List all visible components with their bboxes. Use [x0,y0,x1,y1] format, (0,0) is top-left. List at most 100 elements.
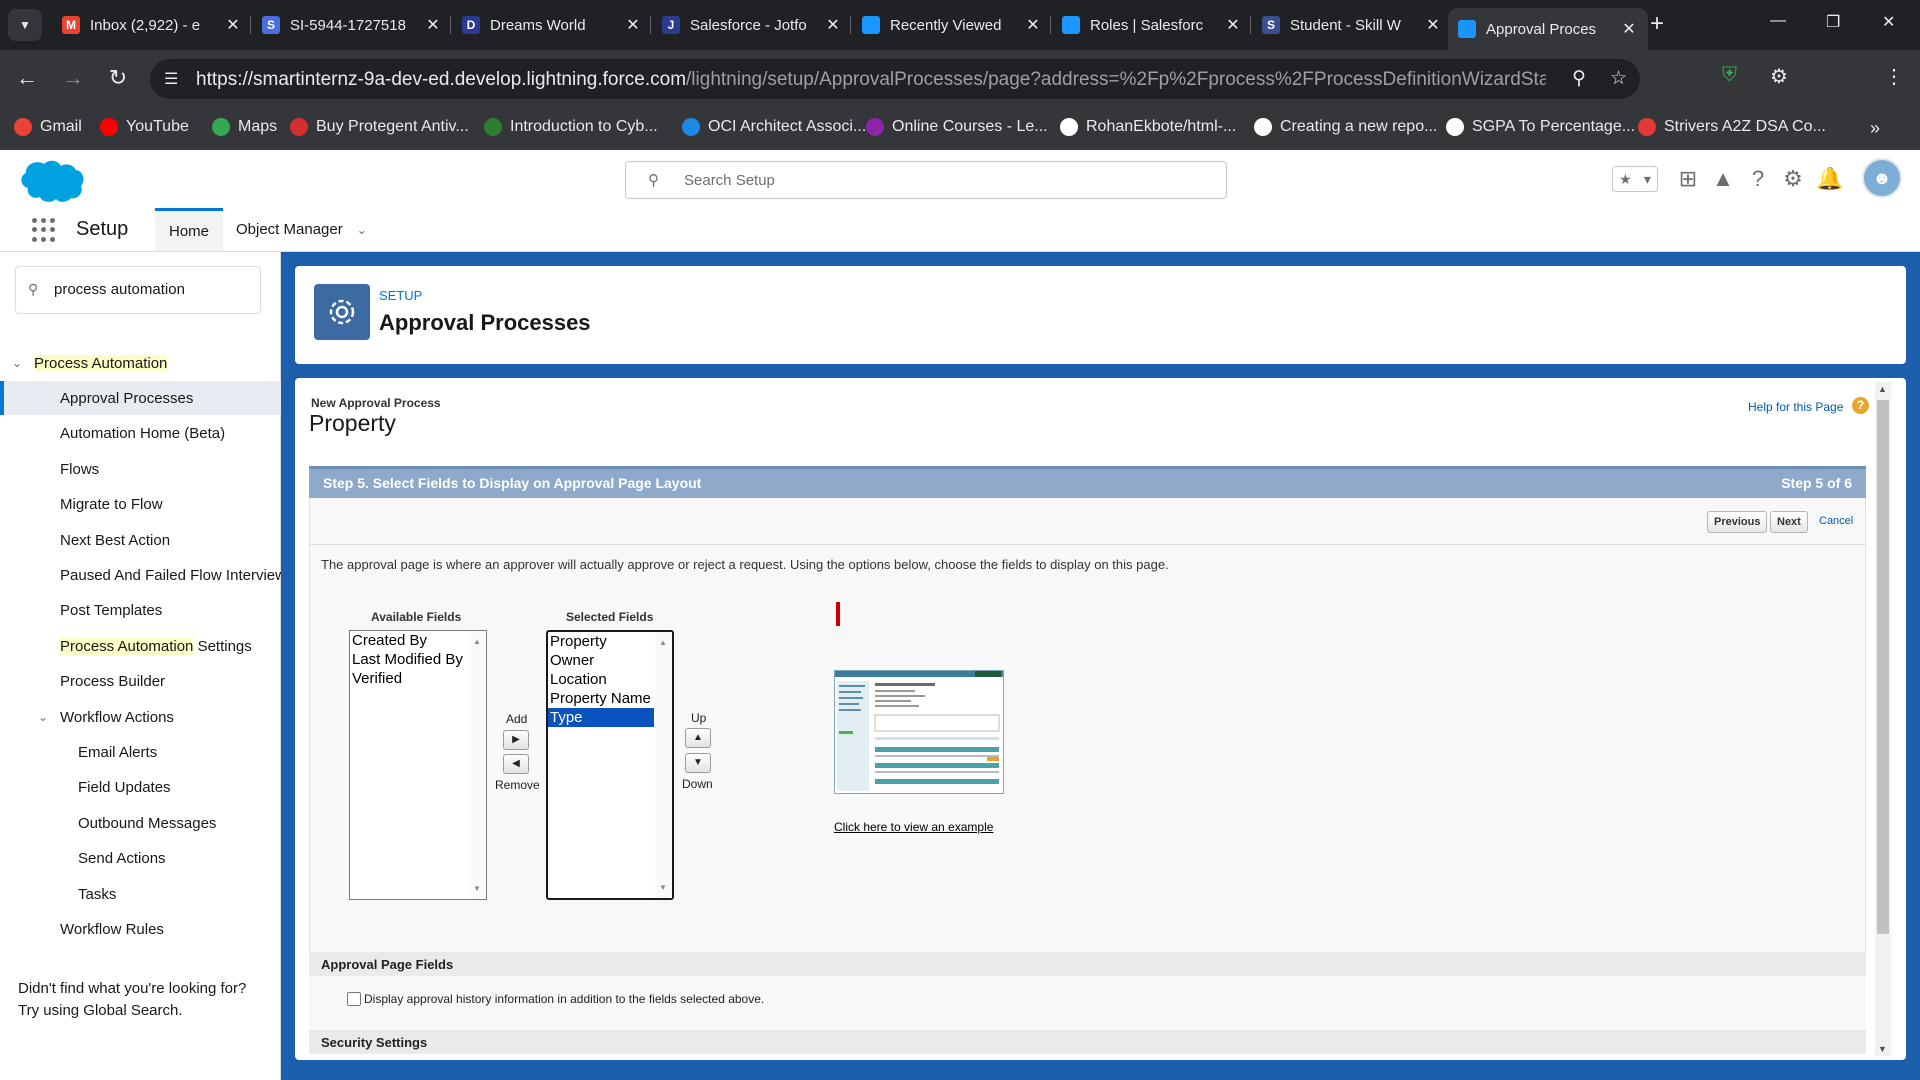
bookmark-item[interactable]: YouTube [100,118,189,136]
browser-tab[interactable]: S Student - Skill W ✕ [1252,8,1452,42]
restore-icon[interactable]: ❐ [1826,12,1840,32]
minimize-icon[interactable]: — [1770,12,1786,30]
bookmark-item[interactable]: Gmail [14,118,82,136]
browser-menu-icon[interactable]: ⋮ [1884,64,1904,89]
browser-tab[interactable]: J Salesforce - Jotfo ✕ [652,8,852,42]
cancel-link[interactable]: Cancel [1819,515,1853,527]
list-option[interactable]: Property Name [548,689,672,708]
setup-gear-icon[interactable]: ⚙ [1778,164,1808,194]
extensions-puzzle-icon[interactable]: ⚙ [1770,64,1788,89]
bookmark-item[interactable]: OCI Architect Associ... [682,118,866,136]
sidebar-item-send-actions[interactable]: Send Actions [0,842,281,876]
list-option[interactable]: Last Modified By [350,650,486,669]
user-avatar[interactable]: ☻ [1862,158,1902,198]
reload-icon[interactable]: ↻ [103,64,133,92]
remove-arrow-button[interactable]: ◀ [503,754,529,774]
sidebar-item-email-alerts[interactable]: Email Alerts [0,735,281,769]
sidebar-item-approval-processes[interactable]: Approval Processes [0,381,281,416]
bookmark-item[interactable]: SGPA To Percentage... [1446,118,1635,136]
search-setup-input[interactable]: ⚲ Search Setup [625,161,1227,199]
bookmark-item[interactable]: Maps [212,118,277,136]
move-up-button[interactable]: ▲ [685,728,711,748]
trailhead-icon[interactable]: ▲ [1708,164,1738,194]
list-option[interactable]: Created By [350,631,486,650]
help-icon[interactable]: ? [1852,397,1869,414]
sidebar-item-workflow-actions[interactable]: ⌄ Workflow Actions [0,700,281,734]
tab-close-icon[interactable]: ✕ [824,15,842,35]
back-icon[interactable]: ← [12,64,42,92]
shield-extension-icon[interactable]: ⛨ [1722,64,1737,87]
sidebar-item-process-automation[interactable]: ⌄ Process Automation [0,346,281,380]
bookmark-star-icon[interactable]: ☆ [1610,67,1627,90]
salesforce-logo[interactable] [16,158,84,202]
list-option[interactable]: Verified [350,669,486,688]
sidebar-item-flows[interactable]: Flows [0,452,281,486]
sidebar-item-process-automation-settings[interactable]: Process Automation Settings [0,629,281,663]
tab-close-icon[interactable]: ✕ [1024,15,1042,35]
browser-tab[interactable]: D Dreams World ✕ [452,8,652,42]
sidebar-item-migrate-to-flow[interactable]: Migrate to Flow [0,488,281,522]
list-option[interactable]: Owner [548,651,672,670]
approval-history-checkbox[interactable] [347,992,361,1006]
tab-object-manager[interactable]: Object Manager ⌄ [222,208,381,251]
list-scrollbar[interactable]: ▲ ▼ [655,632,672,898]
more-bookmarks-icon[interactable]: » [1870,118,1880,139]
bookmark-item[interactable]: Online Courses - Le... [866,118,1048,136]
chevron-down-icon[interactable]: ⌄ [12,356,22,370]
help-for-page-link[interactable]: Help for this Page [1748,400,1843,414]
zoom-search-icon[interactable]: ⚲ [1572,67,1586,90]
list-option[interactable]: Property [548,632,672,651]
bookmark-item[interactable]: Introduction to Cyb... [484,118,658,136]
list-option[interactable]: Location [548,670,672,689]
tab-close-icon[interactable]: ✕ [624,15,642,35]
list-option[interactable]: Type [548,708,654,727]
sidebar-item-paused-and-failed-flow-interviews[interactable]: Paused And Failed Flow Interviews [0,558,293,592]
notifications-bell-icon[interactable]: 🔔 [1815,164,1845,194]
close-window-icon[interactable]: ✕ [1882,12,1895,32]
tab-search-button[interactable]: ▼ [8,9,42,41]
next-button[interactable]: Next [1770,511,1808,533]
bookmark-item[interactable]: Strivers A2Z DSA Co... [1638,118,1826,136]
move-down-button[interactable]: ▼ [685,753,711,773]
tab-home[interactable]: Home [155,208,224,251]
sidebar-item-field-updates[interactable]: Field Updates [0,771,281,805]
browser-tab[interactable]: Recently Viewed ✕ [852,8,1052,42]
sidebar-item-automation-home-beta-[interactable]: Automation Home (Beta) [0,417,281,451]
bookmark-item[interactable]: Creating a new repo... [1254,118,1437,136]
tab-close-icon[interactable]: ✕ [424,15,442,35]
previous-button[interactable]: Previous [1707,511,1768,533]
bookmark-item[interactable]: RohanEkbote/html-... [1060,118,1236,136]
selected-fields-list[interactable]: Property Owner Location Property Name Type ▲ ▼ [546,630,674,900]
tab-close-icon[interactable]: ✕ [224,15,242,35]
scroll-thumb[interactable] [1877,400,1889,934]
browser-tab[interactable]: Roles | Salesforc ✕ [1052,8,1252,42]
chevron-down-icon[interactable]: ⌄ [38,710,48,724]
forward-icon[interactable]: → [58,64,88,92]
help-icon[interactable]: ? [1743,164,1773,194]
scroll-up-icon[interactable]: ▲ [1878,384,1887,394]
tab-close-icon[interactable]: ✕ [1424,15,1442,35]
site-info-icon[interactable]: ☰ [164,69,178,89]
browser-tab[interactable]: Approval Proces ✕ [1448,8,1648,50]
available-fields-list[interactable]: Created By Last Modified By Verified ▲ ▼ [349,630,487,900]
tab-close-icon[interactable]: ✕ [1224,15,1242,35]
tab-close-icon[interactable]: ✕ [1620,19,1638,39]
page-scrollbar[interactable]: ▲ ▼ [1875,382,1891,1056]
quick-find-input[interactable]: ⚲ process automation [15,266,261,314]
view-example-link[interactable]: Click here to view an example [834,820,993,834]
list-scrollbar[interactable]: ▲ ▼ [469,631,486,899]
sidebar-item-post-templates[interactable]: Post Templates [0,594,281,628]
address-bar[interactable]: ☰ https://smartinternz-9a-dev-ed.develop… [150,59,1640,99]
browser-tab[interactable]: S SI-5944-1727518 ✕ [252,8,452,42]
add-arrow-button[interactable]: ▶ [503,730,529,750]
sidebar-item-tasks[interactable]: Tasks [0,877,281,911]
scroll-down-icon[interactable]: ▼ [1878,1044,1887,1054]
sidebar-item-outbound-messages[interactable]: Outbound Messages [0,806,281,840]
sidebar-item-workflow-rules[interactable]: Workflow Rules [0,912,281,946]
global-actions-icon[interactable]: ⊞ [1673,164,1703,194]
browser-tab[interactable]: M Inbox (2,922) - e ✕ [52,8,252,42]
new-tab-button[interactable]: + [1650,12,1664,36]
sidebar-item-process-builder[interactable]: Process Builder [0,665,281,699]
bookmark-item[interactable]: Buy Protegent Antiv... [290,118,469,136]
app-launcher-icon[interactable] [32,218,56,242]
